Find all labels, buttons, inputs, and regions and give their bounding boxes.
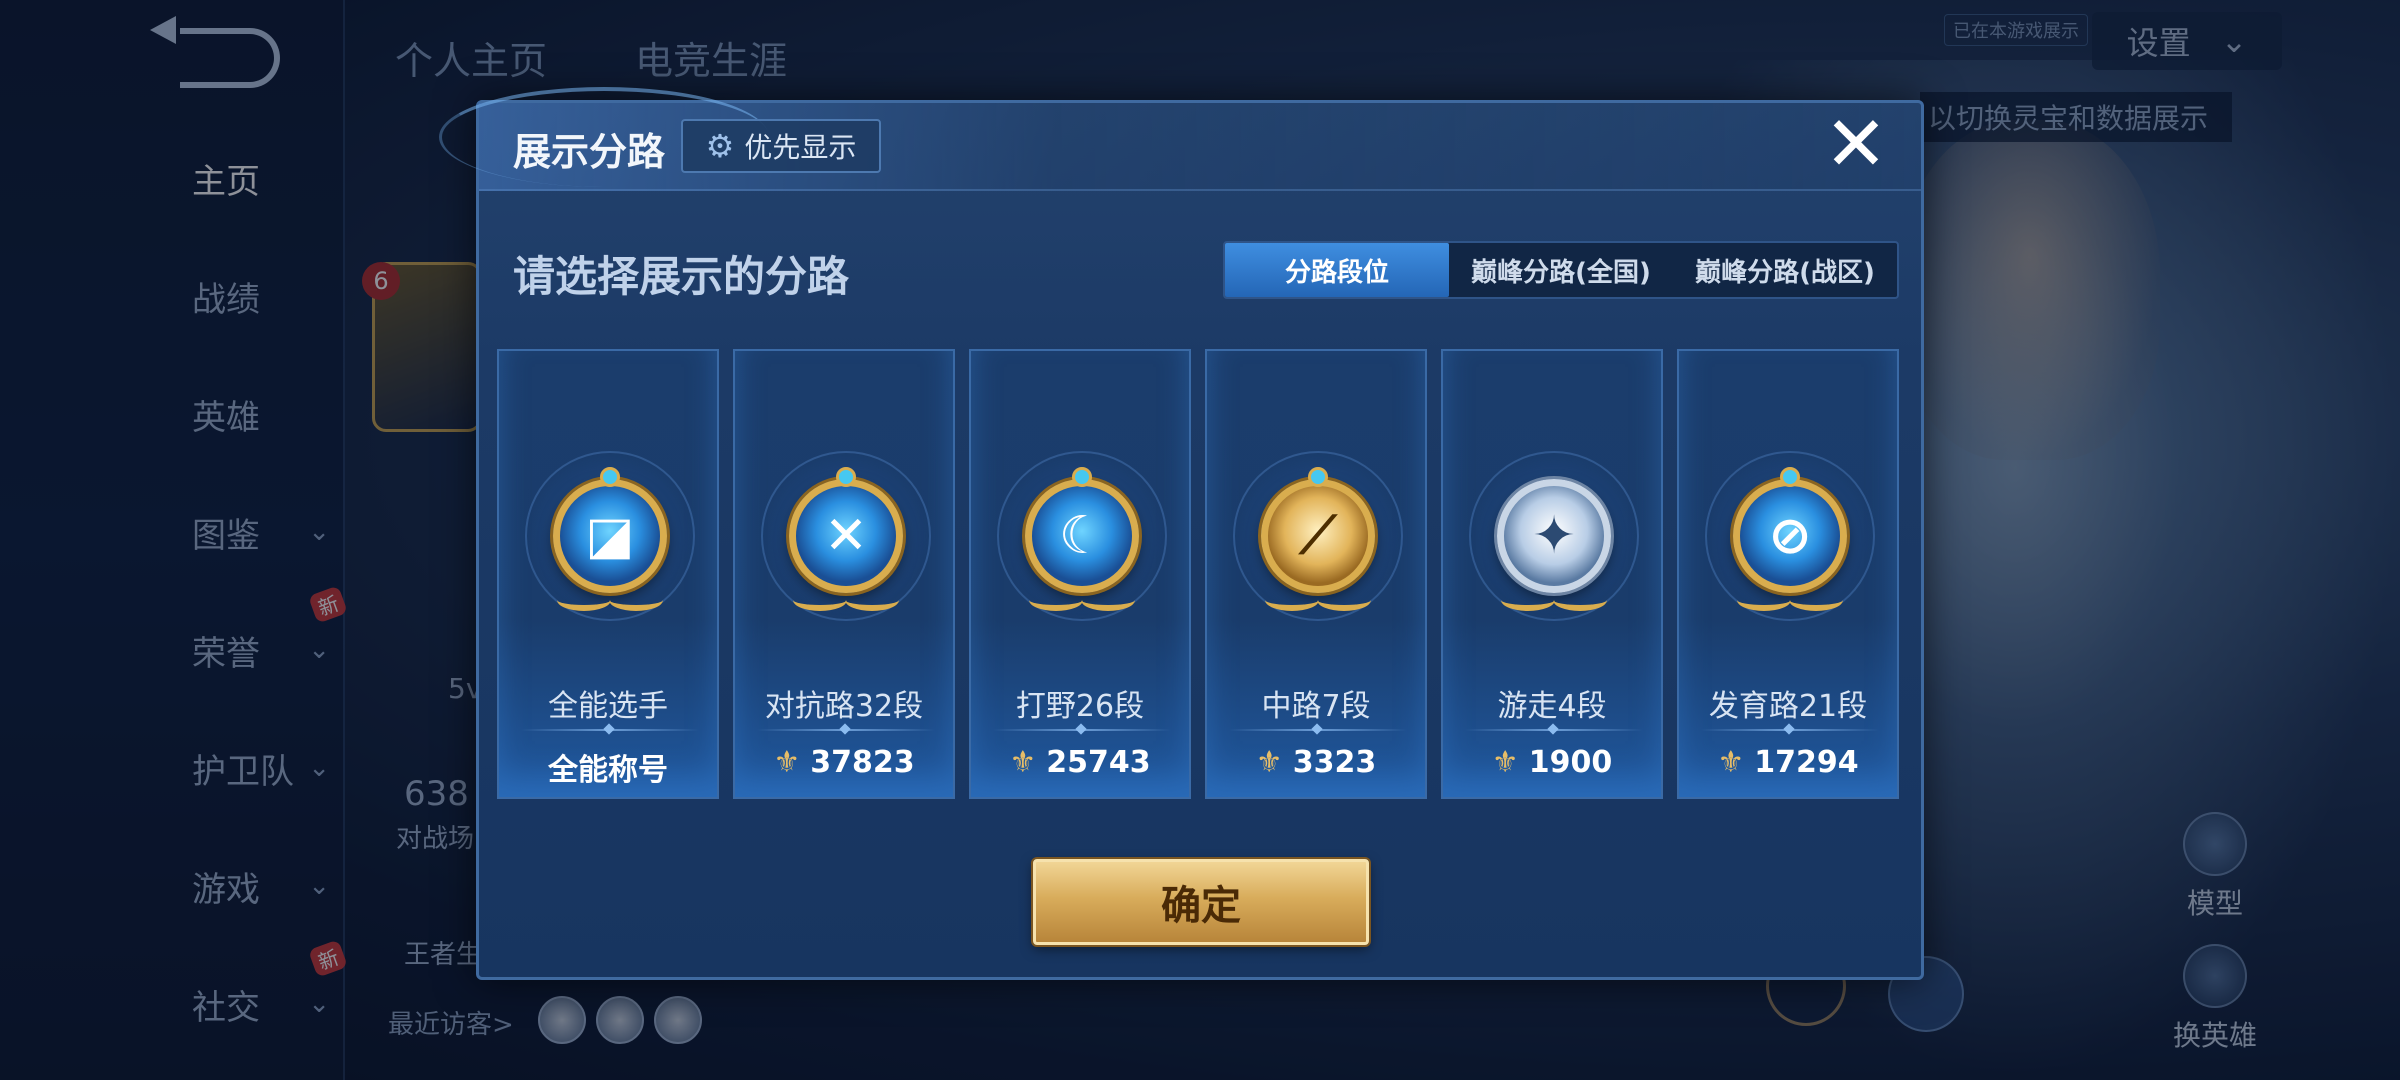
emblem-wing-icon [1501,589,1555,611]
lane-card-value-text: 37823 [810,745,915,780]
lane-card-value: ⚜ 17294 [1679,745,1897,780]
gear-icon: ⚙ [705,127,735,165]
emblem-gem-icon [600,467,620,487]
peak-score-icon: ⚜ [1491,745,1519,780]
emblem-wing-icon [609,589,663,611]
lane-card-value: ⚜ 25743 [971,745,1189,780]
lane-card-value: ⚜ 1900 [1443,745,1661,780]
card-divider [1465,729,1643,731]
lane-card-value-text: 1900 [1528,745,1613,780]
peak-score-icon: ⚜ [1717,745,1745,780]
lane-card-value: ⚜ 3323 [1207,745,1425,780]
close-icon[interactable]: ✕ [1821,106,1891,182]
lane-card-name: 发育路21段 [1708,689,1868,724]
emblem-wing-icon [845,589,899,611]
lane-type-tabs: 分路段位 巅峰分路(全国) 巅峰分路(战区) [1223,241,1899,299]
emblem-gem-icon [1308,467,1328,487]
emblem-wing-icon [793,589,847,611]
dialog-subtitle: 请选择展示的分路 [513,252,850,301]
card-divider [993,729,1171,731]
lane-card[interactable]: ✦ 游走4段 ⚜ 1900 [1441,349,1663,799]
emblem-gem-icon [836,467,856,487]
card-divider [521,729,699,731]
emblem-wing-icon [1553,589,1607,611]
emblem-wing-icon [1081,589,1135,611]
peak-score-icon: ⚜ [773,745,801,780]
clash-lane-emblem-icon: ✕ [789,479,903,593]
mid-lane-emblem-icon: ⟋ [1261,479,1375,593]
lane-card-name: 打野26段 [1015,689,1145,724]
lane-card[interactable]: ◪ 全能选手全能称号 [497,349,719,799]
lane-card[interactable]: ⟋ 中路7段 ⚜ 3323 [1205,349,1427,799]
emblem-gem-icon [1780,467,1800,487]
peak-score-icon: ⚜ [1255,745,1283,780]
roam-emblem-icon: ✦ [1497,479,1611,593]
priority-display-label: 优先显示 [744,131,857,164]
lane-card-value-text: 全能称号 [548,753,668,788]
lane-card-value-text: 3323 [1292,745,1377,780]
emblem-wing-icon [1029,589,1083,611]
lane-card[interactable]: ⊘ 发育路21段 ⚜ 17294 [1677,349,1899,799]
lane-card-name: 游走4段 [1497,689,1607,724]
tab-peak-lane-national[interactable]: 巅峰分路(全国) [1449,243,1673,297]
emblem-wing-icon [1789,589,1843,611]
lane-card-name: 全能选手 [548,689,668,724]
confirm-button[interactable]: 确定 [1033,859,1369,945]
lane-card-name: 对抗路32段 [764,689,924,724]
card-divider [757,729,935,731]
lane-card-name: 中路7段 [1261,689,1371,724]
dialog-header: 展示分路 ⚙ 优先显示 ✕ [439,87,1921,191]
all-round-emblem-icon: ◪ [553,479,667,593]
lane-card-value: 全能称号 [499,745,717,789]
tab-peak-lane-region[interactable]: 巅峰分路(战区) [1673,243,1897,297]
emblem-gem-icon [1072,467,1092,487]
jungle-emblem-icon: ☾ [1025,479,1139,593]
emblem-wing-icon [1737,589,1791,611]
emblem-wing-icon [1265,589,1319,611]
card-divider [1229,729,1407,731]
lane-card-value: ⚜ 37823 [735,745,953,780]
dialog-title: 展示分路 [513,130,666,174]
peak-score-icon: ⚜ [1009,745,1037,780]
farm-lane-emblem-icon: ⊘ [1733,479,1847,593]
lane-card[interactable]: ✕ 对抗路32段 ⚜ 37823 [733,349,955,799]
emblem-wing-icon [557,589,611,611]
lane-cards: ◪ 全能选手全能称号 ✕ 对抗路32段 ⚜ 37823 ☾ 打野26段 ⚜ 25743 ⟋ 中路7段 ⚜… [497,349,1901,799]
lane-display-dialog: 展示分路 ⚙ 优先显示 ✕ 请选择展示的分路 分路段位 巅峰分路(全国) 巅峰分… [439,87,1924,980]
emblem-wing-icon [1317,589,1371,611]
lane-card-value-text: 17294 [1754,745,1859,780]
tab-lane-rank[interactable]: 分路段位 [1225,243,1449,297]
lane-card[interactable]: ☾ 打野26段 ⚜ 25743 [969,349,1191,799]
lane-card-value-text: 25743 [1046,745,1151,780]
priority-display-button[interactable]: ⚙ 优先显示 [681,119,881,173]
card-divider [1701,729,1879,731]
